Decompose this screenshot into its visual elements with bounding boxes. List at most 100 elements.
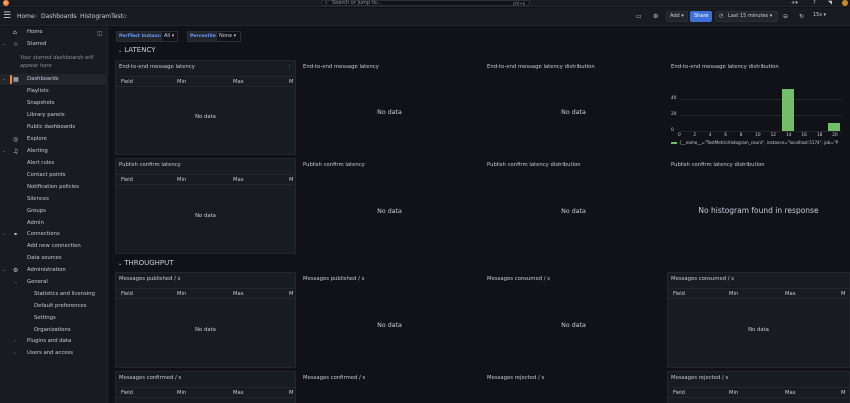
zoom-out-icon[interactable]: ⊖ xyxy=(783,13,788,20)
panel-menu-icon[interactable]: ⋮ xyxy=(287,64,292,70)
no-data-text: No data xyxy=(195,327,216,333)
rss-icon[interactable]: ◥ xyxy=(828,0,832,6)
panel-messages-rejected-table[interactable]: Messages rejected / s Field Min Max M xyxy=(667,371,850,403)
breadcrumb-separator-icon: › xyxy=(35,13,38,20)
sidebar-item-settings[interactable]: Settings xyxy=(0,313,106,324)
histogram-x-tick: 2 xyxy=(693,133,697,138)
chevron-down-icon: ⌄ xyxy=(118,261,123,267)
no-histogram-text: No histogram found in response xyxy=(698,206,819,215)
panel-messages-consumed-table[interactable]: Messages consumed / s Field Min Max M No… xyxy=(667,272,850,368)
percentile-variable-select[interactable]: None ▾ xyxy=(216,31,241,42)
sidebar-item-admin[interactable]: Admin xyxy=(0,218,106,229)
sidebar-item-alerting[interactable]: ⌄ ♫ Alerting xyxy=(0,146,106,157)
help-icon[interactable]: ? xyxy=(813,0,816,6)
sidebar-item-add-new-connection[interactable]: Add new connection xyxy=(0,241,106,252)
search-input[interactable]: ⌕ Search or jump to... ctrl+k xyxy=(321,0,530,6)
sidebar-item-statistics-and-licensing[interactable]: Statistics and licensing xyxy=(0,289,106,300)
sidebar-item-notification-policies[interactable]: Notification policies xyxy=(0,182,106,193)
sidebar-item-snapshots[interactable]: Snapshots xyxy=(0,98,106,109)
plus-icon[interactable]: +▾ xyxy=(791,0,798,6)
sidebar-item-general[interactable]: ⌄ General xyxy=(0,277,106,288)
grafana-logo-icon[interactable] xyxy=(3,0,9,6)
menu-icon[interactable]: ☰ xyxy=(3,12,11,21)
share-button[interactable]: Share xyxy=(690,11,713,22)
perftest-variable-select[interactable]: All ▾ xyxy=(161,31,178,42)
histogram-bar[interactable] xyxy=(828,123,841,131)
panel-messages-published-table[interactable]: Messages published / s Field Min Max M N… xyxy=(115,272,296,368)
sidebar-item-library-panels[interactable]: Library panels xyxy=(0,110,106,121)
add-button[interactable]: Add ▾ xyxy=(666,11,688,22)
sidebar-item-groups[interactable]: Groups xyxy=(0,206,106,217)
breadcrumb-current: HistogramTest xyxy=(80,13,123,20)
star-icon[interactable]: ☆ xyxy=(122,13,127,20)
star-icon: ☆ xyxy=(13,41,19,48)
sidebar-item-alert-rules[interactable]: Alert rules xyxy=(0,158,106,169)
bell-icon: ♫ xyxy=(13,148,19,155)
table-header: Field Min Max M xyxy=(116,174,295,185)
panel-publish-confirm-latency-table[interactable]: Publish confirm latency Field Min Max M … xyxy=(115,158,296,254)
sidebar-item-data-sources[interactable]: Data sources xyxy=(0,253,106,264)
histogram-x-tick: 18 xyxy=(816,133,823,138)
panel-messages-confirmed-table[interactable]: Messages confirmed / s Field Min Max M xyxy=(115,371,296,403)
no-data-text: No data xyxy=(748,327,769,333)
sidebar-item-dashboards[interactable]: ⌄ ▦ Dashboards xyxy=(0,74,106,85)
row-latency[interactable]: ⌄ LATENCY xyxy=(118,46,155,54)
chevron-down-icon[interactable]: ⌄ xyxy=(2,74,6,85)
histogram-bar[interactable] xyxy=(781,89,795,131)
home-icon: ⌂ xyxy=(13,29,17,36)
sidebar-item-public-dashboards[interactable]: Public dashboards xyxy=(0,122,106,133)
no-data-text: No data xyxy=(561,322,586,329)
panel-e2e-latency-graph[interactable]: End-to-end message latency No data xyxy=(299,60,480,155)
no-data-text: No data xyxy=(561,109,586,116)
histogram-x-tick: 8 xyxy=(739,133,743,138)
chevron-down-icon[interactable]: ⌄ xyxy=(2,146,6,157)
chevron-down-icon[interactable]: ⌄ xyxy=(2,265,6,276)
chevron-down-icon: ⌄ xyxy=(118,48,123,54)
gear-icon[interactable]: ⚙ xyxy=(653,13,658,20)
panel-e2e-latency-distribution[interactable]: End-to-end message latency distribution … xyxy=(483,60,664,155)
panel-messages-consumed-graph[interactable]: Messages consumed / s No data xyxy=(483,272,664,368)
search-shortcut: ctrl+k xyxy=(512,1,525,6)
breadcrumb-dashboards[interactable]: Dashboards xyxy=(41,13,77,20)
table-header: Field Min Max M xyxy=(116,76,295,87)
panel-messages-rejected-graph[interactable]: Messages rejected / s xyxy=(483,371,664,403)
search-placeholder: Search or jump to... xyxy=(332,0,382,6)
sidebar-item-contact-points[interactable]: Contact points xyxy=(0,170,106,181)
sidebar-item-playlists[interactable]: Playlists xyxy=(0,86,106,97)
avatar[interactable] xyxy=(842,0,848,6)
sidebar-item-organizations[interactable]: Organizations xyxy=(0,325,106,336)
save-icon[interactable]: ▭ xyxy=(636,13,642,20)
sidebar-item-connections[interactable]: ⌄ ⚭ Connections xyxy=(0,229,106,240)
sidebar-item-starred[interactable]: ⌄ ☆ Starred xyxy=(0,39,106,50)
sidebar-item-silences[interactable]: Silences xyxy=(0,194,106,205)
breadcrumb-home[interactable]: Home xyxy=(17,13,35,20)
sidebar-item-administration[interactable]: ⌄ ⚙ Administration xyxy=(0,265,106,276)
panel-e2e-latency-distribution-histogram[interactable]: End-to-end message latency distribution … xyxy=(667,60,850,155)
row-throughput[interactable]: ⌄ THROUGHPUT xyxy=(118,259,174,267)
sidebar-item-default-preferences[interactable]: Default preferences xyxy=(0,301,106,312)
sidebar-item-home[interactable]: ⌂ Home xyxy=(0,27,106,38)
chevron-down-icon[interactable]: ⌄ xyxy=(2,229,6,240)
histogram-y-tick: 0 xyxy=(671,128,674,133)
time-range-picker[interactable]: ◷ Last 15 minutes ▾ xyxy=(715,11,778,22)
no-data-text: No data xyxy=(377,109,402,116)
chevron-right-icon[interactable]: › xyxy=(14,348,16,359)
chevron-right-icon[interactable]: › xyxy=(14,336,16,347)
chevron-down-icon[interactable]: ⌄ xyxy=(14,277,18,288)
histogram-legend[interactable]: {__name__="TestMetricHistogram_count", i… xyxy=(671,140,838,145)
panel-e2e-latency-table[interactable]: End-to-end message latency ⋮ Field Min M… xyxy=(115,60,296,155)
sidebar-item-explore[interactable]: ◎ Explore xyxy=(0,134,106,145)
sidebar-item-users-and-access[interactable]: › Users and access xyxy=(0,348,106,359)
refresh-icon[interactable]: ↻ xyxy=(799,13,804,20)
sidebar: ◫ ⌂ Home ⌄ ☆ Starred Your starred dashbo… xyxy=(0,27,108,403)
refresh-interval-picker[interactable]: 15s ▾ xyxy=(810,11,829,22)
panel-publish-confirm-latency-distribution[interactable]: Publish confirm latency distribution No … xyxy=(483,158,664,254)
chevron-down-icon[interactable]: ⌄ xyxy=(2,39,6,50)
starred-empty-text: Your starred dashboards will appear here xyxy=(20,55,94,69)
panel-publish-confirm-latency-distribution-histogram[interactable]: Publish confirm latency distribution No … xyxy=(667,158,850,254)
histogram-gridline xyxy=(680,131,842,132)
sidebar-item-plugins-and-data[interactable]: › Plugins and data xyxy=(0,336,106,347)
panel-publish-confirm-latency-graph[interactable]: Publish confirm latency No data xyxy=(299,158,480,254)
panel-messages-published-graph[interactable]: Messages published / s No data xyxy=(299,272,480,368)
panel-messages-confirmed-graph[interactable]: Messages confirmed / s xyxy=(299,371,480,403)
